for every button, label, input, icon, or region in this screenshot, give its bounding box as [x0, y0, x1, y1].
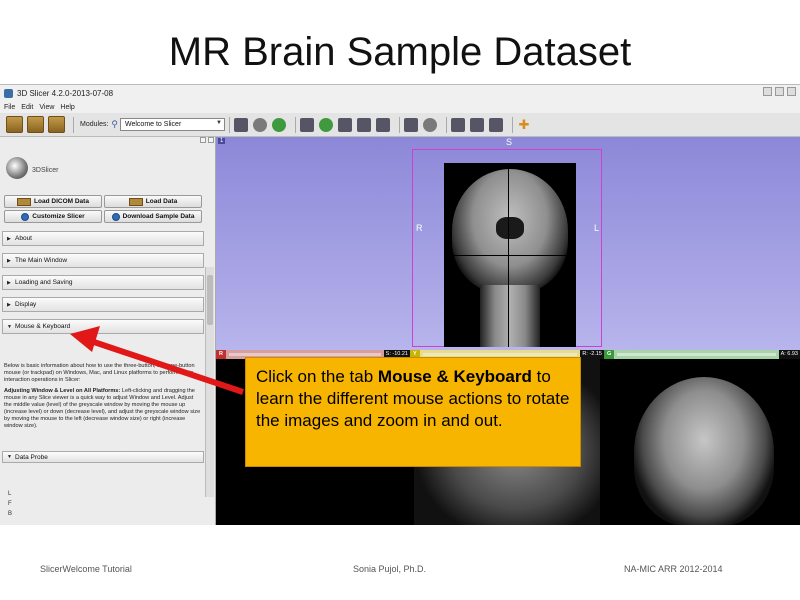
footer-center: Sonia Pujol, Ph.D. — [353, 564, 427, 574]
instruction-callout: Click on the tab Mouse & Keyboard to lea… — [245, 357, 581, 467]
arrow-head-icon — [70, 326, 100, 352]
footer-right: NA-MIC ARR 2012-2014 — [624, 564, 723, 574]
callout-text-pre: Click on the tab — [256, 367, 378, 386]
callout-emphasis: Mouse & Keyboard — [377, 367, 532, 386]
arrow-shaft — [87, 337, 244, 395]
footer-left: SlicerWelcome Tutorial — [40, 564, 132, 574]
callout-arrow — [70, 326, 244, 395]
